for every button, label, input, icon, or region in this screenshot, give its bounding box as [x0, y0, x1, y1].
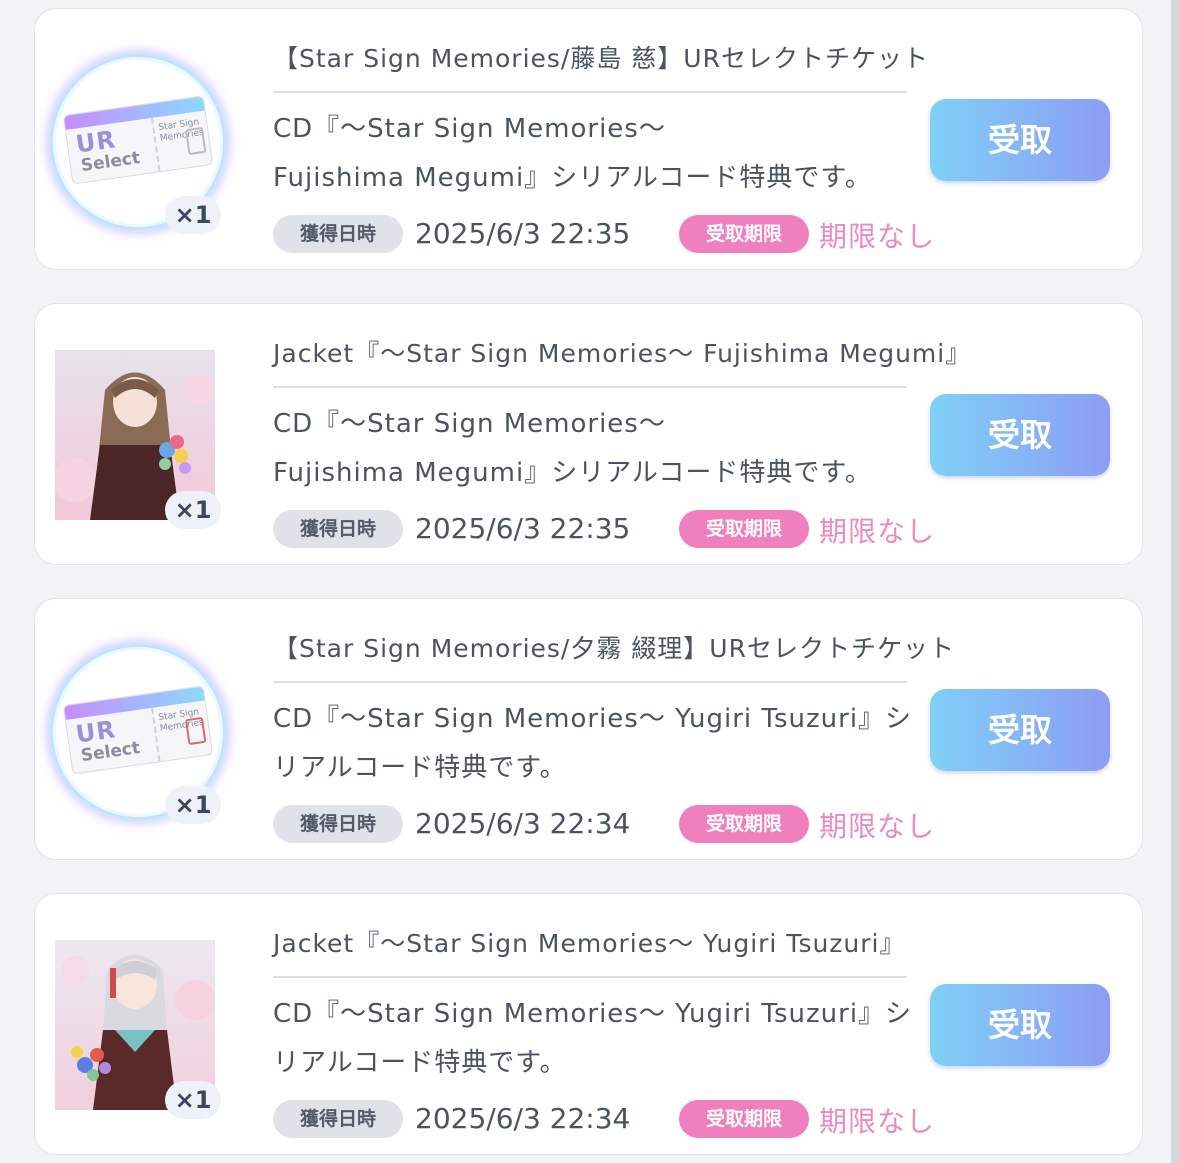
limit-label-badge: 受取期限 [679, 805, 809, 843]
limit-value: 期限なし [819, 810, 936, 843]
item-title: Jacket『～Star Sign Memories～ Fujishima Me… [273, 339, 972, 368]
reward-list: UR Select Star Sign Memories ×1 【Star Si… [0, 0, 1179, 1163]
item-title: 【Star Sign Memories/夕霧 綴理】URセレクトチケット [273, 634, 955, 663]
divider [273, 386, 907, 388]
acquired-date: 2025/6/3 22:35 [415, 217, 631, 250]
limit-value: 期限なし [819, 515, 936, 548]
acquired-date: 2025/6/3 22:34 [415, 807, 631, 840]
item-meta: 獲得日時 2025/6/3 22:34 受取期限 期限なし [273, 805, 953, 845]
limit-value: 期限なし [819, 220, 936, 253]
item-description: CD『～Star Sign Memories～ Fujishima Megumi… [273, 114, 872, 193]
item-meta: 獲得日時 2025/6/3 22:35 受取期限 期限なし [273, 215, 953, 255]
acquired-label-badge: 獲得日時 [273, 215, 403, 253]
item-title: 【Star Sign Memories/藤島 慈】URセレクトチケット [273, 44, 929, 73]
item-meta: 獲得日時 2025/6/3 22:34 受取期限 期限なし [273, 1100, 953, 1140]
item-description: CD『～Star Sign Memories～ Yugiri Tsuzuri』シ… [273, 999, 913, 1078]
acquired-label-badge: 獲得日時 [273, 510, 403, 548]
item-title: Jacket『～Star Sign Memories～ Yugiri Tsuzu… [273, 929, 906, 958]
limit-value: 期限なし [819, 1105, 936, 1138]
receive-button[interactable]: 受取 [930, 984, 1110, 1066]
acquired-label-badge: 獲得日時 [273, 805, 403, 843]
divider [273, 91, 907, 93]
limit-label-badge: 受取期限 [679, 1100, 809, 1138]
limit-label-badge: 受取期限 [679, 215, 809, 253]
divider [273, 681, 907, 683]
acquired-label-badge: 獲得日時 [273, 1100, 403, 1138]
scrollbar[interactable] [1171, 0, 1179, 1163]
ticket-graphic: UR Select Star Sign Memories [62, 95, 214, 185]
quantity-badge: ×1 [165, 491, 221, 529]
item-description: CD『～Star Sign Memories～ Fujishima Megumi… [273, 409, 872, 488]
item-description: CD『～Star Sign Memories～ Yugiri Tsuzuri』シ… [273, 704, 913, 783]
ticket-graphic: UR Select Star Sign Memories [62, 685, 214, 775]
receive-button[interactable]: 受取 [930, 99, 1110, 181]
acquired-date: 2025/6/3 22:35 [415, 512, 631, 545]
quantity-badge: ×1 [165, 786, 221, 824]
ticket-mark-icon [184, 126, 207, 156]
reward-card: UR Select Star Sign Memories ×1 【Star Si… [34, 598, 1143, 860]
divider [273, 976, 907, 978]
receive-button[interactable]: 受取 [930, 394, 1110, 476]
receive-button[interactable]: 受取 [930, 689, 1110, 771]
limit-label-badge: 受取期限 [679, 510, 809, 548]
reward-card: ×1 Jacket『～Star Sign Memories～ Fujishima… [34, 303, 1143, 565]
reward-card: UR Select Star Sign Memories ×1 【Star Si… [34, 8, 1143, 270]
acquired-date: 2025/6/3 22:34 [415, 1102, 631, 1135]
item-thumbnail: ×1 [53, 934, 225, 1119]
item-thumbnail: UR Select Star Sign Memories ×1 [53, 49, 225, 234]
item-thumbnail: ×1 [53, 344, 225, 529]
quantity-badge: ×1 [165, 196, 221, 234]
ticket-mark-icon [184, 716, 207, 746]
item-meta: 獲得日時 2025/6/3 22:35 受取期限 期限なし [273, 510, 953, 550]
item-thumbnail: UR Select Star Sign Memories ×1 [53, 639, 225, 824]
quantity-badge: ×1 [165, 1081, 221, 1119]
reward-card: ×1 Jacket『～Star Sign Memories～ Yugiri Ts… [34, 893, 1143, 1155]
